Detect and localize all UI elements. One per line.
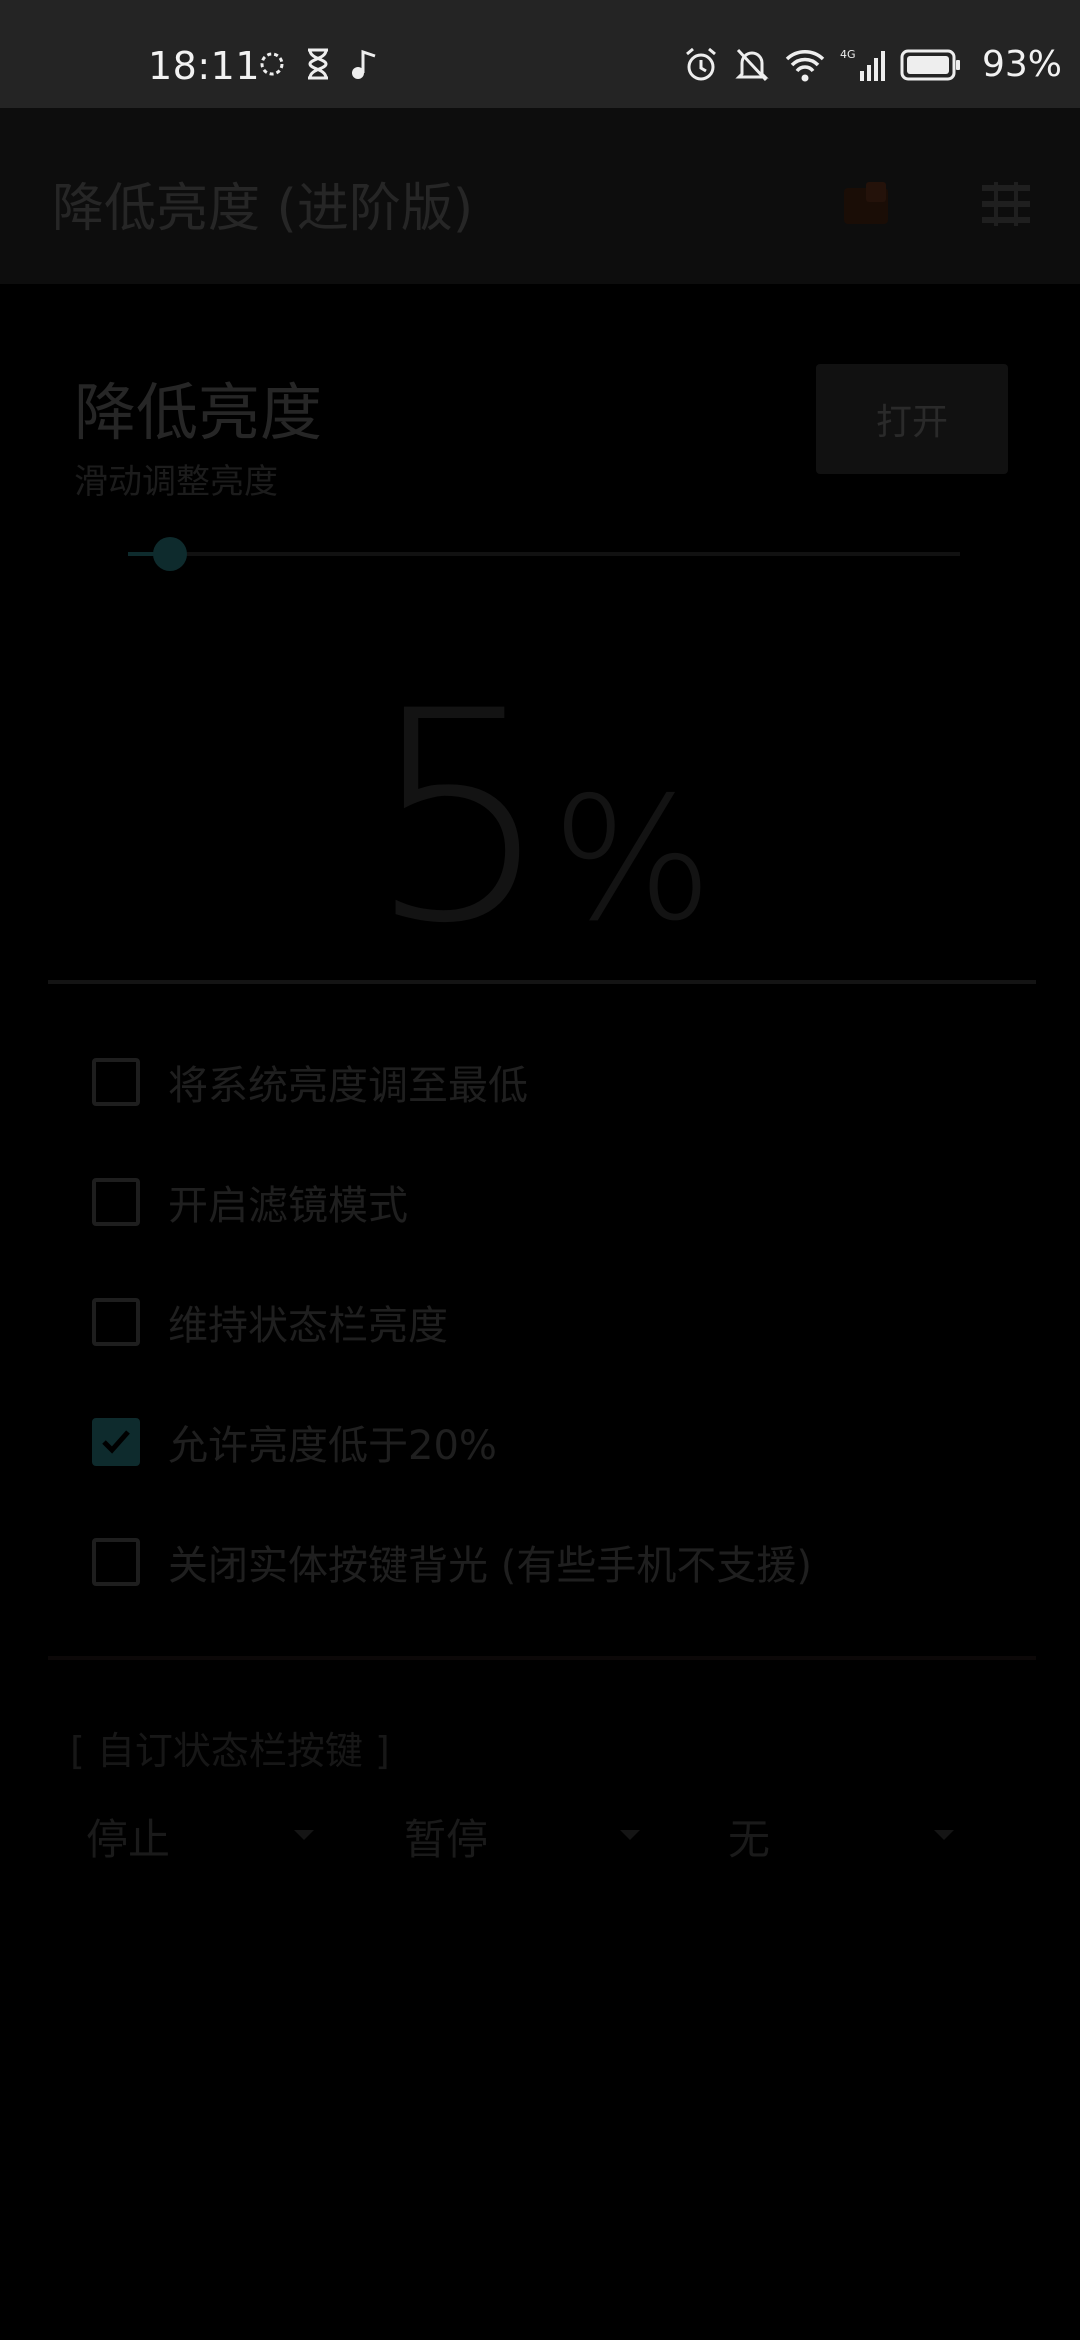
option-disable-key-backlight[interactable]: 关闭实体按键背光 (有些手机不支援) — [92, 1522, 812, 1602]
status-bar: 18:11 4G 93% — [0, 0, 1080, 108]
sync-circle-icon — [257, 49, 287, 79]
dropdown-arrow-icon — [620, 1830, 640, 1840]
checkbox[interactable] — [92, 1298, 140, 1346]
option-label: 将系统亮度调至最低 — [168, 1063, 528, 1109]
divider — [48, 1656, 1036, 1660]
music-note-icon — [349, 48, 379, 80]
battery-percent: 93% — [981, 44, 1062, 85]
slider-thumb[interactable] — [153, 537, 187, 571]
select-value: 停止 — [86, 1814, 171, 1864]
select-value: 无 — [728, 1814, 771, 1864]
statusbar-key-select-1[interactable]: 停止 — [86, 1800, 326, 1872]
percent-sign: % — [551, 761, 714, 959]
brightness-slider[interactable] — [128, 537, 960, 571]
battery-icon — [900, 49, 962, 81]
option-label: 维持状态栏亮度 — [168, 1303, 448, 1349]
option-keep-statusbar-brightness[interactable]: 维持状态栏亮度 — [92, 1282, 448, 1362]
app-bar: 降低亮度 (进阶版) — [0, 108, 1080, 284]
signal-icon: 4G — [840, 47, 886, 83]
brightness-percent-display: 5% — [0, 650, 1080, 987]
percent-number: 5 — [366, 650, 552, 987]
dropdown-arrow-icon — [934, 1830, 954, 1840]
brightness-subtitle: 滑动调整亮度 — [74, 462, 278, 502]
divider — [48, 980, 1036, 984]
bell-off-icon — [734, 46, 770, 84]
wifi-icon — [784, 47, 826, 83]
option-label: 关闭实体按键背光 (有些手机不支援) — [168, 1543, 812, 1589]
option-label: 开启滤镜模式 — [168, 1183, 408, 1229]
open-button[interactable]: 打开 — [816, 364, 1008, 474]
checkmark-icon — [102, 1430, 130, 1454]
checkbox-checked[interactable] — [92, 1418, 140, 1466]
checkbox[interactable] — [92, 1178, 140, 1226]
option-min-system-brightness[interactable]: 将系统亮度调至最低 — [92, 1042, 528, 1122]
option-allow-below-20[interactable]: 允许亮度低于20% — [92, 1402, 497, 1482]
option-label: 允许亮度低于20% — [168, 1423, 497, 1469]
menu-icon[interactable] — [976, 174, 1036, 234]
brightness-title: 降低亮度 — [74, 376, 323, 449]
checkbox[interactable] — [92, 1058, 140, 1106]
network-type-label: 4G — [840, 48, 856, 61]
status-time: 18:11 — [148, 44, 261, 88]
section-title: [ 自订状态栏按键 ] — [70, 1729, 390, 1773]
option-filter-mode[interactable]: 开启滤镜模式 — [92, 1162, 408, 1242]
statusbar-key-select-2[interactable]: 暂停 — [404, 1800, 644, 1872]
dropdown-arrow-icon — [294, 1830, 314, 1840]
statusbar-key-select-3[interactable]: 无 — [728, 1800, 968, 1872]
alarm-icon — [682, 46, 720, 84]
checkbox[interactable] — [92, 1538, 140, 1586]
select-value: 暂停 — [404, 1814, 489, 1864]
app-badge-icon[interactable] — [838, 178, 894, 230]
app-title: 降低亮度 (进阶版) — [52, 179, 474, 239]
hourglass-icon — [305, 48, 331, 80]
